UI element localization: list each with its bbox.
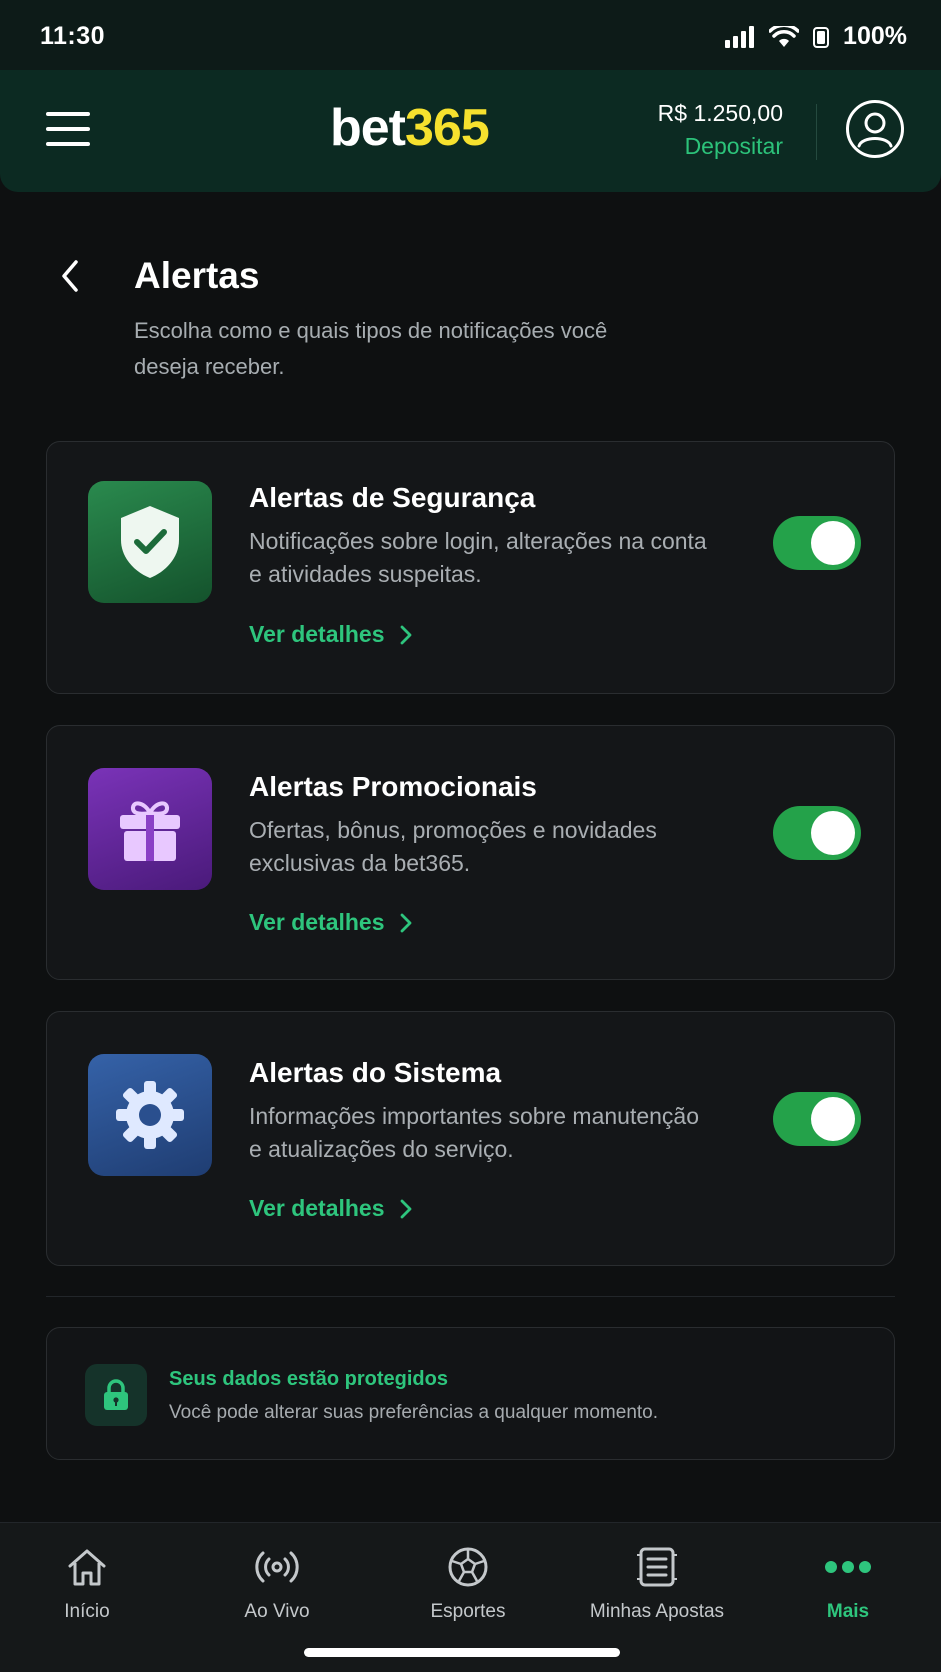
shield-check-icon <box>88 481 212 603</box>
hamburger-menu-icon[interactable] <box>46 112 92 146</box>
view-details-label: Ver detalhes <box>249 909 385 935</box>
battery-icon <box>813 26 830 48</box>
promotional-alerts-toggle[interactable] <box>773 806 861 860</box>
home-indicator[interactable] <box>304 1648 620 1657</box>
nav-label: Ao Vivo <box>244 1601 310 1622</box>
nav-item-esportes[interactable]: Esportes <box>383 1543 553 1623</box>
page-subtitle: Escolha como e quais tipos de notificaçõ… <box>134 318 608 379</box>
view-details-label: Ver detalhes <box>249 1195 385 1221</box>
view-details-link[interactable]: Ver detalhes <box>249 909 413 936</box>
account-balance: R$ 1.250,00 <box>657 100 783 126</box>
app-header: bet365 R$ 1.250,00 Depositar <box>0 70 941 192</box>
alert-card-system: Alertas do Sistema Informações important… <box>46 1011 895 1266</box>
chevron-right-icon <box>400 625 411 644</box>
system-alerts-toggle[interactable] <box>773 1092 861 1146</box>
alert-description: Ofertas, bônus, promoções e novidades ex… <box>249 817 657 876</box>
soccer-ball-icon <box>383 1543 553 1591</box>
balance-area: R$ 1.250,00 Depositar <box>658 100 783 160</box>
page-title: Alertas <box>134 255 260 296</box>
privacy-info-card: Seus dados estão protegidos Você pode al… <box>46 1327 895 1460</box>
bet365-logo[interactable]: bet365 <box>330 98 490 158</box>
view-details-link[interactable]: Ver detalhes <box>249 1195 413 1222</box>
deposit-link[interactable]: Depositar <box>658 133 783 160</box>
more-dots-icon <box>763 1543 933 1591</box>
nav-label: Esportes <box>430 1601 506 1622</box>
nav-label: Início <box>64 1601 110 1622</box>
alert-card-promotional: Alertas Promocionais Ofertas, bônus, pro… <box>46 725 895 980</box>
lock-icon <box>85 1364 147 1426</box>
alert-title: Alertas de Segurança <box>249 482 536 513</box>
back-chevron-icon[interactable] <box>56 256 86 296</box>
security-alerts-toggle[interactable] <box>773 516 861 570</box>
logo-365: 365 <box>405 99 490 157</box>
nav-item-mais[interactable]: Mais <box>763 1543 933 1623</box>
chevron-right-icon <box>400 1199 411 1218</box>
nav-label: Minhas Apostas <box>589 1601 725 1622</box>
info-text: Você pode alterar suas preferências a qu… <box>169 1402 659 1423</box>
view-details-label: Ver detalhes <box>249 621 385 647</box>
nav-item-inicio[interactable]: Início <box>2 1543 172 1623</box>
header-divider <box>816 104 817 160</box>
nav-item-ao-vivo[interactable]: Ao Vivo <box>192 1543 362 1623</box>
status-indicators: 100% <box>725 22 907 51</box>
nav-label: Mais <box>826 1601 870 1622</box>
home-icon <box>2 1543 172 1591</box>
status-time: 11:30 <box>40 22 106 50</box>
alert-title: Alertas do Sistema <box>249 1057 502 1088</box>
nav-item-minhas-apostas[interactable]: Minhas Apostas <box>572 1543 742 1623</box>
toggle-knob <box>811 1097 855 1141</box>
status-bar: 11:30 100% <box>0 0 941 70</box>
user-avatar-icon[interactable] <box>846 100 904 158</box>
wifi-icon <box>769 25 800 47</box>
alert-description: Informações importantes sobre manutenção… <box>249 1103 700 1162</box>
alerts-settings-screen: 11:30 100% bet365 R$ 1.250,00 Depositar … <box>0 0 941 1672</box>
chevron-right-icon <box>400 913 411 932</box>
alert-description: Notificações sobre login, alterações na … <box>249 528 707 587</box>
cellular-signal-icon <box>725 25 755 48</box>
gift-icon <box>88 768 212 890</box>
toggle-knob <box>811 521 855 565</box>
logo-bet: bet <box>330 99 406 157</box>
section-divider <box>46 1296 895 1297</box>
battery-percentage: 100% <box>843 22 907 50</box>
info-title: Seus dados estão protegidos <box>169 1368 448 1390</box>
toggle-knob <box>811 811 855 855</box>
live-icon <box>192 1543 362 1591</box>
alert-title: Alertas Promocionais <box>249 771 537 802</box>
gear-icon <box>88 1054 212 1176</box>
view-details-link[interactable]: Ver detalhes <box>249 621 413 648</box>
bet-slip-icon <box>572 1543 742 1591</box>
alert-card-security: Alertas de Segurança Notificações sobre … <box>46 441 895 694</box>
